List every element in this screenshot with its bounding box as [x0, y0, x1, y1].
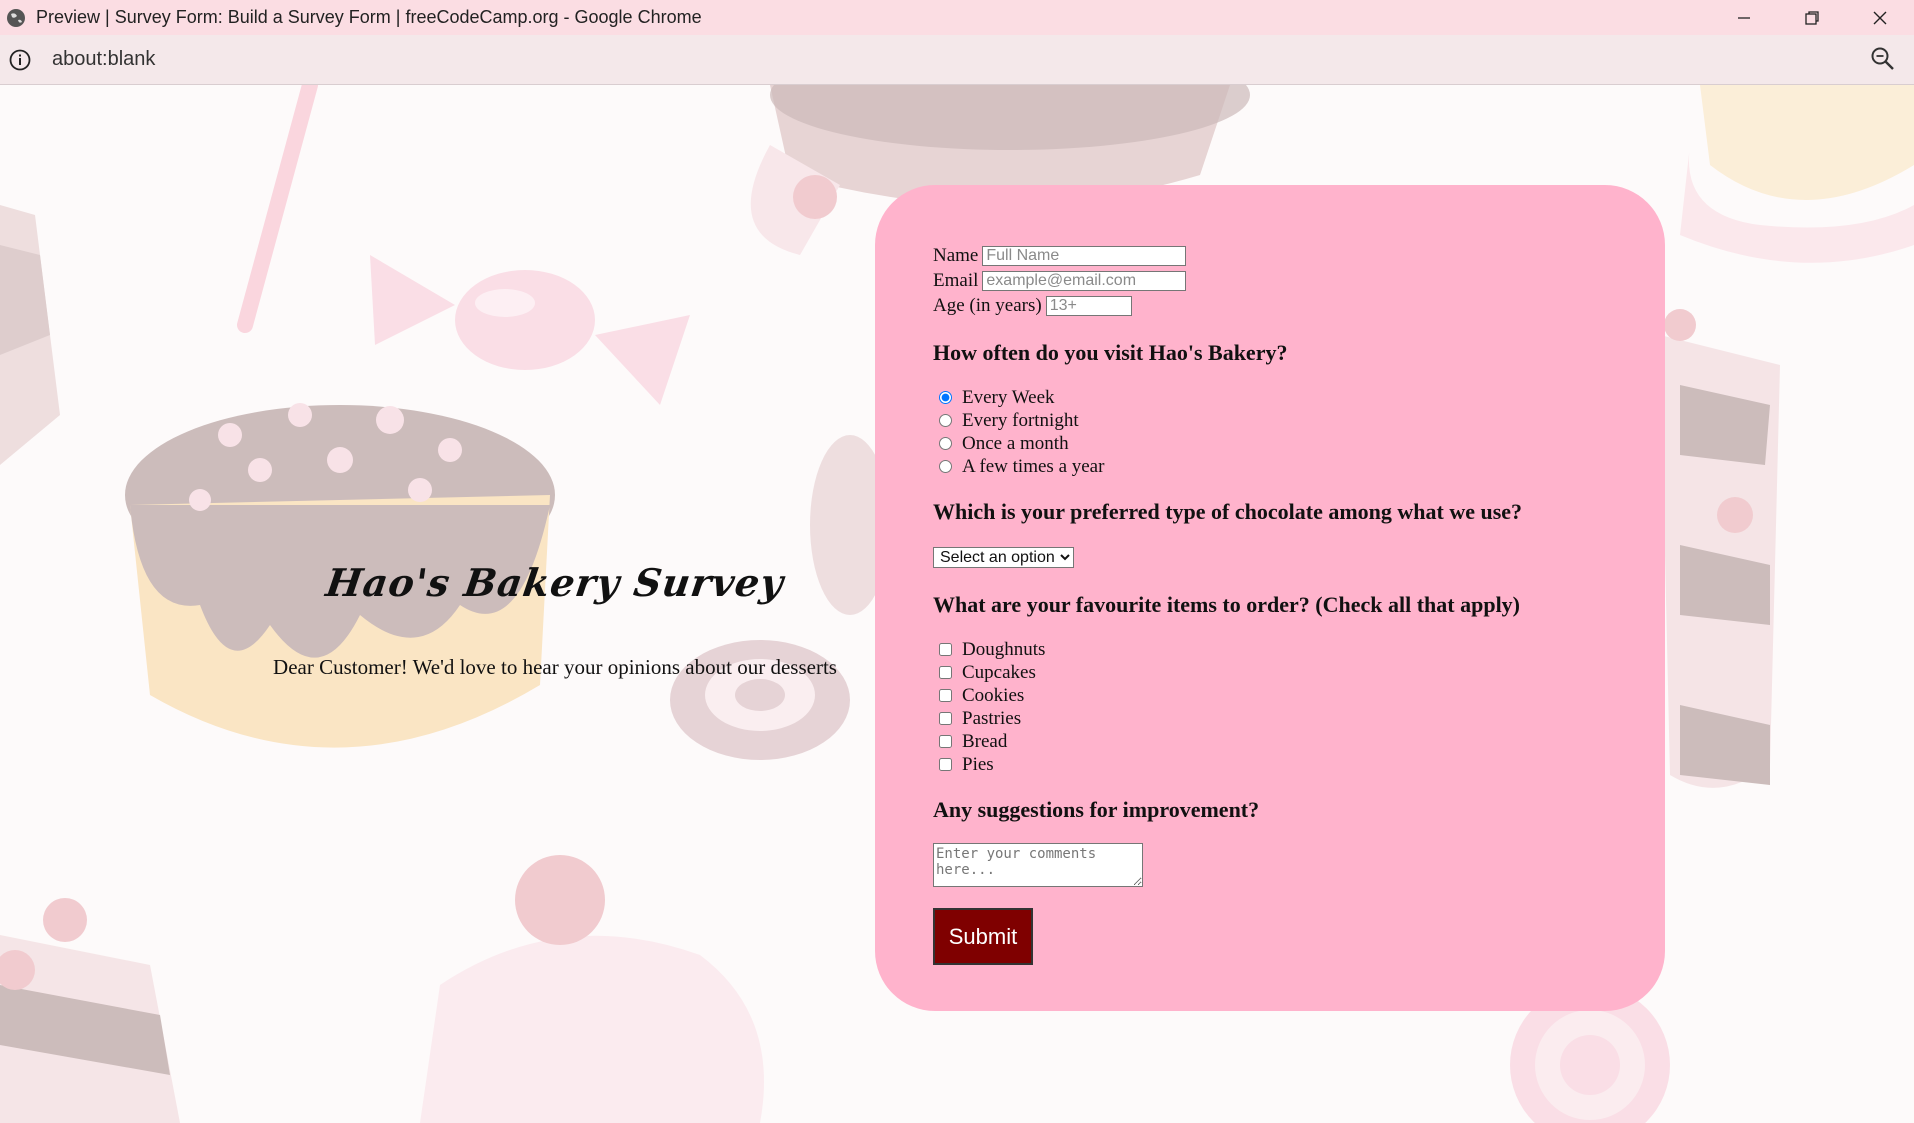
visit-radio-every-week[interactable]	[939, 391, 952, 404]
item-option-label: Doughnuts	[962, 638, 1046, 660]
restore-button[interactable]	[1778, 0, 1846, 35]
item-checkbox-pies[interactable]	[939, 758, 952, 771]
globe-icon	[7, 8, 25, 27]
chocolate-question: Which is your preferred type of chocolat…	[933, 499, 1523, 524]
window-titlebar: Preview | Survey Form: Build a Survey Fo…	[0, 0, 1914, 35]
minimize-button[interactable]	[1710, 0, 1778, 35]
visit-question: How often do you visit Hao's Bakery?	[933, 340, 1288, 365]
chocolate-select[interactable]: Select an option	[933, 547, 1074, 568]
suggestions-question: Any suggestions for improvement?	[933, 797, 1260, 822]
item-checkbox-pastries[interactable]	[939, 712, 952, 725]
name-row: Name	[933, 243, 1665, 268]
url-text[interactable]: about:blank	[52, 48, 155, 71]
item-option-label: Pies	[962, 753, 994, 775]
name-label: Name	[933, 244, 979, 266]
visit-option-label: Every Week	[962, 386, 1055, 408]
visit-radio-once-a-month[interactable]	[939, 437, 952, 450]
item-option: Pies	[933, 753, 1665, 776]
comments-textarea[interactable]	[933, 843, 1143, 887]
item-option: Cupcakes	[933, 661, 1665, 684]
comments-wrapper	[933, 843, 1665, 892]
item-checkbox-cupcakes[interactable]	[939, 666, 952, 679]
visit-option: Every fortnight	[933, 409, 1665, 432]
visit-option: Every Week	[933, 386, 1665, 409]
item-option: Doughnuts	[933, 638, 1665, 661]
window-controls	[1710, 0, 1914, 35]
age-row: Age (in years)	[933, 293, 1665, 318]
email-field[interactable]	[982, 270, 1187, 291]
window-title: Preview | Survey Form: Build a Survey Fo…	[36, 7, 702, 27]
submit-button[interactable]: Submit	[933, 908, 1033, 965]
address-bar: about:blank	[0, 35, 1914, 85]
visit-option-label: Every fortnight	[962, 409, 1079, 431]
zoom-icon[interactable]	[1870, 46, 1896, 72]
visit-option: Once a month	[933, 432, 1665, 455]
item-option: Cookies	[933, 684, 1665, 707]
item-checkbox-cookies[interactable]	[939, 689, 952, 702]
items-options: Doughnuts Cupcakes Cookies Pastries Brea…	[933, 638, 1665, 776]
name-field[interactable]	[982, 245, 1187, 266]
page-description: Dear Customer! We'd love to hear your op…	[273, 655, 837, 679]
item-option-label: Cupcakes	[962, 661, 1036, 683]
info-icon[interactable]	[8, 48, 32, 72]
survey-form-card: Name Email Age (in years) How often do y…	[875, 185, 1665, 1011]
visit-radio-few-times-a-year[interactable]	[939, 460, 952, 473]
chocolate-select-wrapper: Select an option	[933, 547, 1665, 568]
item-checkbox-doughnuts[interactable]	[939, 643, 952, 656]
email-label: Email	[933, 269, 979, 291]
email-row: Email	[933, 268, 1665, 293]
page-viewport: Hao's Bakery Survey Dear Customer! We'd …	[0, 85, 1914, 1123]
item-option: Pastries	[933, 707, 1665, 730]
item-checkbox-bread[interactable]	[939, 735, 952, 748]
intro-section: Hao's Bakery Survey Dear Customer! We'd …	[230, 560, 880, 680]
close-icon	[1873, 11, 1887, 24]
visit-option: A few times a year	[933, 455, 1665, 478]
item-option: Bread	[933, 730, 1665, 753]
visit-radio-every-fortnight[interactable]	[939, 414, 952, 427]
visit-option-label: A few times a year	[962, 455, 1105, 477]
minimize-icon	[1738, 16, 1750, 19]
restore-icon	[1805, 10, 1819, 25]
close-button[interactable]	[1846, 0, 1914, 35]
visit-options: Every Week Every fortnight Once a month …	[933, 386, 1665, 478]
page-title: Hao's Bakery Survey	[323, 560, 787, 605]
item-option-label: Pastries	[962, 707, 1022, 729]
visit-option-label: Once a month	[962, 432, 1069, 454]
item-option-label: Cookies	[962, 684, 1025, 706]
items-question: What are your favourite items to order? …	[933, 592, 1521, 617]
age-label: Age (in years)	[933, 294, 1042, 316]
item-option-label: Bread	[962, 730, 1008, 752]
age-field[interactable]	[1045, 295, 1132, 316]
